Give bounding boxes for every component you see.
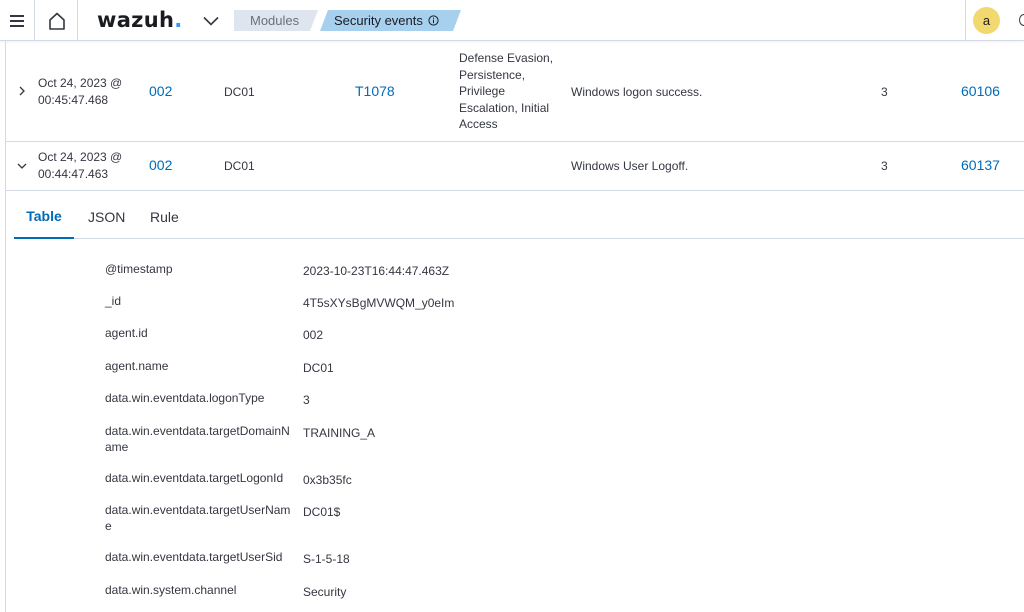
tactic-line: Defense Evasion, [459, 51, 554, 65]
level-cell: 3 [881, 85, 888, 99]
collapse-row-button[interactable] [16, 160, 28, 172]
tab-table[interactable]: Table [14, 195, 74, 239]
field-key: @timestamp [105, 262, 173, 276]
top-navigation-bar: wazuh. Modules Security events a [0, 0, 1024, 41]
tab-label: JSON [88, 209, 126, 225]
logo-text: wazuh [97, 8, 175, 32]
field-value: 2023-10-23T16:44:47.463Z [303, 264, 450, 278]
field-key: data.win.eventdata.targetUserName [105, 503, 291, 533]
field-value: DC01$ [303, 505, 341, 519]
field-key: _id [105, 294, 122, 308]
level-cell: 3 [881, 159, 888, 173]
table-row[interactable]: Oct 24, 2023 @ 00:45:47.468 002 DC01 T10… [6, 41, 1024, 142]
menu-button[interactable] [0, 0, 35, 41]
user-avatar[interactable]: a [973, 7, 1000, 34]
tactics-cell: Defense Evasion, Persistence, Privilege … [459, 50, 553, 133]
field-value: DC01 [303, 361, 334, 375]
help-icon[interactable] [1019, 14, 1024, 26]
field-key: data.win.eventdata.targetLogonId [105, 471, 284, 485]
home-icon [49, 12, 65, 30]
tactic-line: Escalation, Initial [459, 100, 550, 115]
tab-label: Table [26, 208, 62, 224]
chevron-right-icon [19, 86, 25, 96]
header-divider [965, 0, 966, 41]
table-row[interactable]: Oct 24, 2023 @ 00:44:47.463 002 DC01 Win… [6, 142, 1024, 191]
logo-dot: . [174, 8, 183, 32]
field-value: TRAINING_A [303, 426, 376, 440]
tab-json[interactable]: JSON [88, 195, 125, 239]
field-value: S-1-5-18 [303, 552, 350, 566]
timestamp-date: Oct 24, 2023 @ [38, 76, 123, 90]
field-value: 4T5sXYsBgMVWQM_y0eIm [303, 296, 455, 310]
technique-link[interactable]: T1078 [355, 83, 395, 100]
chevron-down-icon [17, 163, 27, 169]
tactic-line: Access [459, 117, 498, 132]
field-key: data.win.eventdata.logonType [105, 391, 265, 405]
field-value: 3 [303, 393, 310, 407]
field-value: 002 [303, 328, 324, 342]
timestamp-cell: Oct 24, 2023 @ 00:44:47.463 [38, 149, 122, 183]
tab-label: Rule [150, 209, 179, 225]
home-button[interactable] [37, 0, 78, 41]
field-key: data.win.eventdata.targetDomainName [105, 424, 290, 454]
app-switcher-button[interactable] [198, 0, 224, 41]
field-key: data.win.system.channel [105, 583, 237, 597]
breadcrumb-label: Security events [334, 13, 423, 28]
detail-tabs: Table JSON Rule [14, 195, 1024, 239]
agent-id-link[interactable]: 002 [149, 157, 172, 174]
description-cell: Windows User Logoff. [571, 159, 689, 173]
agent-name-cell: DC01 [224, 159, 255, 173]
chevron-down-icon [203, 16, 219, 26]
timestamp-time: 00:45:47.468 [38, 93, 109, 107]
breadcrumb-modules[interactable]: Modules [234, 10, 318, 31]
tactic-line: Persistence, [459, 67, 526, 82]
description-cell: Windows logon success. [571, 85, 703, 99]
tab-rule[interactable]: Rule [150, 195, 179, 239]
timestamp-date: Oct 24, 2023 @ [38, 150, 123, 164]
field-key: agent.name [105, 359, 169, 373]
hamburger-menu-icon [10, 14, 24, 27]
rule-id-link[interactable]: 60106 [961, 83, 1000, 100]
agent-id-link[interactable]: 002 [149, 83, 172, 100]
info-icon[interactable] [428, 15, 439, 26]
field-key: data.win.eventdata.targetUserSid [105, 550, 283, 564]
breadcrumb-security-events[interactable]: Security events [320, 10, 461, 31]
tactic-line: Privilege [459, 84, 506, 99]
field-key: agent.id [105, 326, 148, 340]
breadcrumb-label: Modules [250, 13, 300, 28]
field-value: 0x3b35fc [303, 473, 352, 487]
avatar-initial: a [982, 13, 991, 28]
timestamp-time: 00:44:47.463 [38, 167, 109, 181]
field-value: Security [303, 585, 347, 599]
rule-id-link[interactable]: 60137 [961, 157, 1000, 174]
agent-name-cell: DC01 [224, 85, 255, 99]
expand-row-button[interactable] [16, 85, 28, 97]
timestamp-cell: Oct 24, 2023 @ 00:45:47.468 [38, 75, 122, 109]
wazuh-logo[interactable]: wazuh. [97, 5, 182, 35]
